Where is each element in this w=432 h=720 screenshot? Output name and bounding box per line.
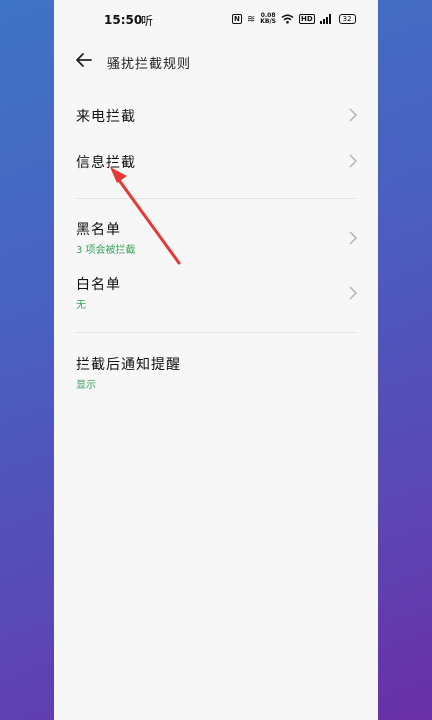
phone-screen: 15:50 听 N ≋ 0.08 KB/S HD 32 骚扰拦截规则 来电拦截 …: [54, 0, 378, 720]
annotation-arrow-icon: [110, 167, 181, 265]
